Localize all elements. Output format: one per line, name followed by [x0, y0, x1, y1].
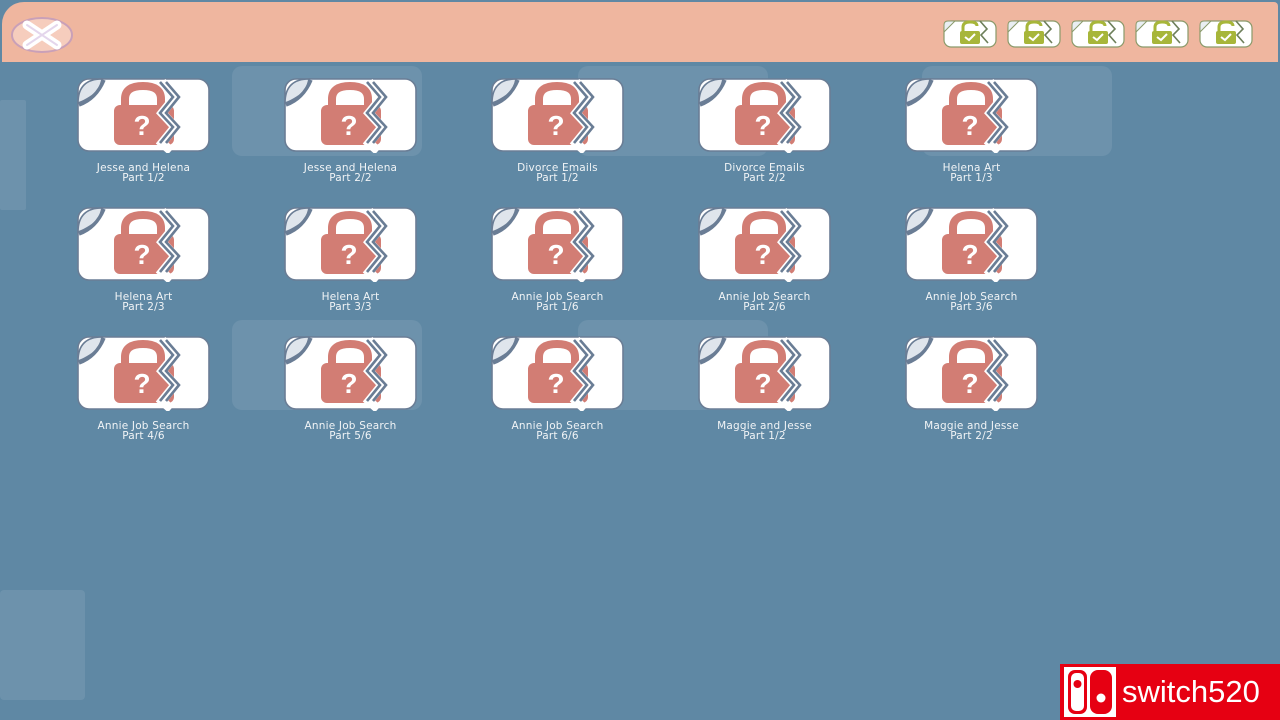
svg-text:?: ? — [133, 110, 150, 141]
file-grid: ? Jesse and Helena Part 1/2? Jesse and Hele… — [76, 77, 1039, 454]
unlocked-badge[interactable] — [1071, 17, 1125, 49]
unlocked-email-badge-icon — [1199, 20, 1253, 48]
close-x-icon — [11, 17, 73, 53]
file-tile[interactable]: ? Divorce Emails Part 2/2 — [697, 77, 832, 196]
svg-text:?: ? — [547, 110, 564, 141]
file-tile[interactable]: ? Maggie and Jesse Part 2/2 — [904, 335, 1039, 454]
watermark-text: switch520 — [1122, 674, 1260, 709]
file-part: Part 3/3 — [329, 301, 372, 313]
unlocked-badge[interactable] — [1007, 17, 1061, 49]
locked-file-icon: ? — [284, 78, 417, 153]
svg-text:?: ? — [547, 368, 564, 399]
file-tile[interactable]: ? Annie Job Search Part 1/6 — [490, 206, 625, 325]
file-label: Helena Art Part 3/3 — [283, 292, 418, 313]
svg-text:?: ? — [961, 239, 978, 270]
svg-text:?: ? — [961, 368, 978, 399]
svg-text:?: ? — [340, 110, 357, 141]
background-panel — [0, 100, 26, 210]
svg-text:?: ? — [754, 239, 771, 270]
svg-text:?: ? — [340, 239, 357, 270]
unlocked-badge[interactable] — [943, 17, 997, 49]
file-tile[interactable]: ? Helena Art Part 3/3 — [283, 206, 418, 325]
file-part: Part 2/2 — [950, 430, 993, 442]
file-part: Part 4/6 — [122, 430, 165, 442]
locked-file-icon: ? — [284, 336, 417, 411]
locked-file-icon: ? — [284, 207, 417, 282]
svg-text:?: ? — [754, 368, 771, 399]
file-part: Part 1/2 — [743, 430, 786, 442]
file-part: Part 1/3 — [950, 172, 993, 184]
unlocked-badge[interactable] — [1199, 17, 1253, 49]
unlocked-badge[interactable] — [1135, 17, 1189, 49]
switch-logo-icon — [1064, 667, 1116, 717]
file-label: Annie Job Search Part 5/6 — [283, 421, 418, 442]
svg-text:?: ? — [133, 368, 150, 399]
file-label: Annie Job Search Part 3/6 — [904, 292, 1039, 313]
close-button[interactable] — [10, 16, 74, 54]
file-part: Part 1/2 — [122, 172, 165, 184]
locked-file-icon: ? — [698, 78, 831, 153]
file-tile[interactable]: ? Annie Job Search Part 6/6 — [490, 335, 625, 454]
file-tile[interactable]: ? Divorce Emails Part 1/2 — [490, 77, 625, 196]
file-tile[interactable]: ? Helena Art Part 1/3 — [904, 77, 1039, 196]
locked-file-icon: ? — [905, 78, 1038, 153]
svg-text:?: ? — [961, 110, 978, 141]
file-tile[interactable]: ? Jesse and Helena Part 1/2 — [76, 77, 211, 196]
file-label: Jesse and Helena Part 2/2 — [283, 163, 418, 184]
file-label: Helena Art Part 2/3 — [76, 292, 211, 313]
locked-file-icon: ? — [77, 207, 210, 282]
locked-file-icon: ? — [698, 336, 831, 411]
file-label: Annie Job Search Part 4/6 — [76, 421, 211, 442]
locked-file-icon: ? — [698, 207, 831, 282]
file-part: Part 3/6 — [950, 301, 993, 313]
file-part: Part 2/3 — [122, 301, 165, 313]
svg-text:?: ? — [340, 368, 357, 399]
svg-text:?: ? — [754, 110, 771, 141]
file-tile[interactable]: ? Annie Job Search Part 5/6 — [283, 335, 418, 454]
file-label: Maggie and Jesse Part 1/2 — [697, 421, 832, 442]
file-label: Jesse and Helena Part 1/2 — [76, 163, 211, 184]
file-label: Annie Job Search Part 2/6 — [697, 292, 832, 313]
file-tile[interactable]: ? Annie Job Search Part 4/6 — [76, 335, 211, 454]
file-part: Part 6/6 — [536, 430, 579, 442]
top-bar — [2, 2, 1278, 62]
file-tile[interactable]: ? Annie Job Search Part 3/6 — [904, 206, 1039, 325]
svg-text:?: ? — [547, 239, 564, 270]
file-label: Annie Job Search Part 1/6 — [490, 292, 625, 313]
file-label: Divorce Emails Part 1/2 — [490, 163, 625, 184]
file-label: Helena Art Part 1/3 — [904, 163, 1039, 184]
unlocked-email-badge-icon — [1135, 20, 1189, 48]
locked-file-icon: ? — [905, 336, 1038, 411]
background-panel — [0, 590, 85, 700]
unlocked-email-badge-icon — [1007, 20, 1061, 48]
unlocked-email-badge-icon — [943, 20, 997, 48]
file-tile[interactable]: ? Maggie and Jesse Part 1/2 — [697, 335, 832, 454]
file-part: Part 2/2 — [743, 172, 786, 184]
file-part: Part 5/6 — [329, 430, 372, 442]
locked-file-icon: ? — [905, 207, 1038, 282]
file-label: Divorce Emails Part 2/2 — [697, 163, 832, 184]
locked-file-icon: ? — [77, 78, 210, 153]
file-tile[interactable]: ? Annie Job Search Part 2/6 — [697, 206, 832, 325]
file-label: Maggie and Jesse Part 2/2 — [904, 421, 1039, 442]
locked-file-icon: ? — [491, 78, 624, 153]
file-part: Part 1/6 — [536, 301, 579, 313]
file-tile[interactable]: ? Jesse and Helena Part 2/2 — [283, 77, 418, 196]
locked-file-icon: ? — [491, 207, 624, 282]
file-part: Part 2/6 — [743, 301, 786, 313]
file-tile[interactable]: ? Helena Art Part 2/3 — [76, 206, 211, 325]
unlocked-tray — [943, 17, 1253, 49]
locked-file-icon: ? — [77, 336, 210, 411]
svg-text:?: ? — [133, 239, 150, 270]
file-label: Annie Job Search Part 6/6 — [490, 421, 625, 442]
watermark: switch520 — [1060, 664, 1280, 720]
locked-file-icon: ? — [491, 336, 624, 411]
file-part: Part 1/2 — [536, 172, 579, 184]
file-part: Part 2/2 — [329, 172, 372, 184]
unlocked-email-badge-icon — [1071, 20, 1125, 48]
